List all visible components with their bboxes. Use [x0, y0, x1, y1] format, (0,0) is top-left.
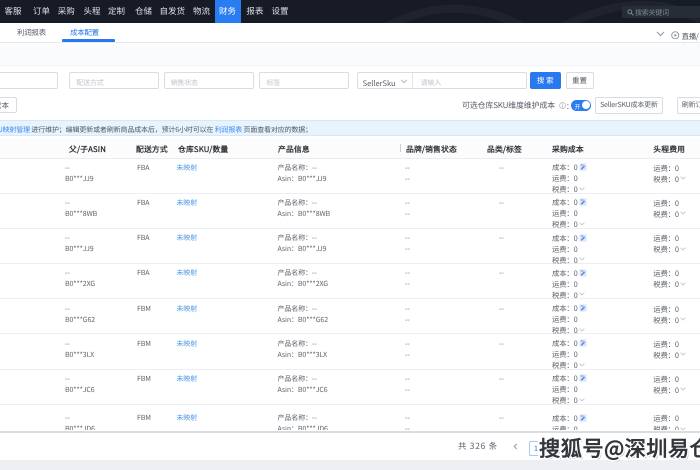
svg-text:搜狐号@深圳易仓科: 搜狐号@深圳易仓科 [539, 432, 700, 463]
